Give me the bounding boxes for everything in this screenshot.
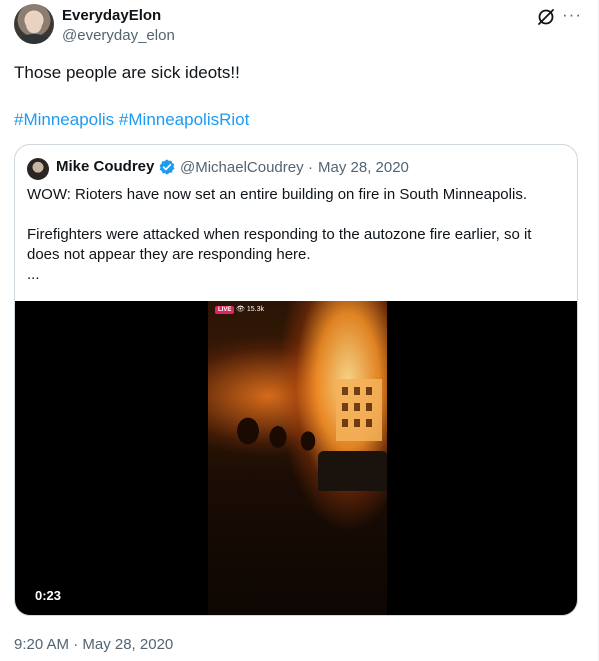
tweet-timestamp[interactable]: 9:20 AM · May 28, 2020 — [14, 636, 173, 653]
quoted-tweet-date: May 28, 2020 — [318, 159, 409, 176]
video-thumbnail — [208, 301, 387, 615]
video-duration: 0:23 — [35, 588, 62, 603]
hashtag-link[interactable]: #Minneapolis — [14, 110, 114, 129]
video-player[interactable]: LIVE 👁 15.3k 0:23 — [15, 301, 577, 615]
more-icon[interactable]: ··· — [562, 5, 582, 25]
car-silhouette — [318, 451, 387, 491]
hashtag-link[interactable]: #MinneapolisRiot — [119, 110, 249, 129]
verified-badge-icon — [159, 159, 175, 175]
viewer-count: 👁 15.3k — [236, 306, 264, 313]
tweet-text: Those people are sick ideots!! — [14, 63, 240, 82]
quoted-tweet-text-line: does not appear they are responding here… — [27, 246, 311, 263]
live-badge: LIVE — [215, 306, 235, 314]
quoted-tweet-ellipsis: ... — [27, 266, 40, 283]
author-avatar[interactable] — [14, 4, 54, 44]
quoted-tweet-text-line: Firefighters were attacked when respondi… — [27, 226, 532, 243]
grok-icon[interactable] — [536, 7, 556, 27]
quoted-tweet-card[interactable]: Mike Coudrey @MichaelCoudrey · May 28, 2… — [14, 144, 578, 616]
tweet-hashtags: #Minneapolis #MinneapolisRiot — [14, 109, 249, 131]
quoted-author-handle: @MichaelCoudrey — [180, 159, 304, 176]
author-handle[interactable]: @everyday_elon — [62, 27, 175, 44]
quoted-author-avatar — [27, 158, 49, 180]
viewer-count-value: 15.3k — [246, 306, 264, 313]
quoted-author-display-name: Mike Coudrey — [56, 158, 155, 175]
author-display-name[interactable]: EverydayElon — [62, 7, 161, 24]
quoted-tweet-text-line: WOW: Rioters have now set an entire buil… — [27, 186, 527, 203]
separator-dot: · — [308, 159, 313, 176]
